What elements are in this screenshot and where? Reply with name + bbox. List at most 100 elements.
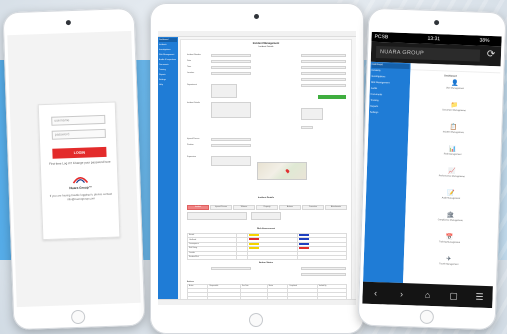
risk-flag	[298, 247, 309, 250]
form-field[interactable]	[301, 78, 346, 81]
risk-table: Hazard Likelihood Consequence Risk Ratin…	[187, 232, 348, 260]
tablet-incident-form: Dashboard Incidents Investigations Risk …	[150, 3, 364, 334]
status-time: 13:31	[427, 35, 441, 43]
form-field[interactable]	[211, 60, 251, 63]
dashboard-main: Dashboard 👤 User Management 📁 Document M…	[403, 63, 501, 287]
location-map[interactable]	[257, 162, 307, 180]
risk-flag	[249, 247, 260, 250]
form-field[interactable]	[301, 60, 346, 63]
sidebar-item[interactable]: Incidents	[159, 43, 177, 47]
footer-bar	[158, 299, 356, 305]
camera-icon	[65, 20, 71, 26]
form-field[interactable]	[211, 54, 251, 57]
actions-title: Action Status	[258, 262, 274, 264]
tabs-icon[interactable]: ▢	[445, 290, 461, 302]
form-field[interactable]	[301, 54, 346, 57]
home-button	[249, 313, 263, 327]
module-label: Incident Management	[442, 131, 464, 135]
form-field[interactable]	[301, 273, 346, 276]
risk-flag	[298, 234, 309, 236]
form-list[interactable]	[211, 84, 237, 98]
password-input[interactable]: password	[51, 128, 106, 140]
form-field[interactable]	[211, 267, 251, 270]
login-help-note: If you are having trouble logging in, pl…	[49, 191, 113, 201]
tab-attachments[interactable]: Attachments	[325, 205, 347, 210]
sidebar-item[interactable]: Investigations	[159, 48, 177, 52]
module-label: Audit Management	[441, 197, 461, 201]
login-screen: username password LOGIN First time Log i…	[7, 30, 141, 308]
sidebar-item[interactable]: Documents	[159, 63, 177, 67]
module-tile[interactable]: 📈 Performance Management	[432, 168, 472, 183]
module-label: Training Management	[438, 241, 461, 245]
tab-property[interactable]: Property	[256, 205, 278, 210]
module-tile[interactable]: 📝 Audit Management	[431, 190, 471, 205]
incident-screen: Dashboard Incidents Investigations Risk …	[158, 31, 356, 305]
forward-icon[interactable]: ›	[393, 289, 409, 300]
table-row: Residual Risk	[187, 254, 348, 260]
table-cell: Residual Risk	[187, 254, 237, 260]
username-input[interactable]: username	[51, 114, 106, 126]
form-field[interactable]	[301, 126, 313, 129]
sidebar-item[interactable]: Reports	[159, 73, 177, 77]
home-button	[70, 309, 86, 325]
module-label: Document Management	[442, 109, 466, 113]
module-tile[interactable]: 🏛 Compliance Management	[430, 212, 470, 227]
refresh-icon[interactable]: ⟳	[485, 49, 497, 61]
menu-icon[interactable]: ☰	[471, 291, 487, 303]
tab-content-box[interactable]	[187, 212, 247, 220]
tab-injured-person[interactable]: Injured Person	[210, 205, 232, 210]
module-label: Compliance Management	[437, 219, 463, 223]
tab-content-box[interactable]	[251, 212, 281, 220]
sidebar-item[interactable]: Dashboard	[159, 38, 177, 42]
back-icon[interactable]: ‹	[367, 288, 383, 299]
forgot-password-link[interactable]: First time Log in? Change your password …	[45, 160, 115, 166]
dashboard-title: Dashboard	[444, 74, 457, 78]
form-field[interactable]	[211, 66, 251, 69]
tab-witness[interactable]: Witness	[233, 205, 255, 210]
form-field[interactable]	[211, 144, 251, 147]
risk-flag	[249, 242, 260, 245]
module-tile[interactable]: ✈ Travel Management	[428, 256, 468, 271]
risk-title: Risk Assessment	[256, 228, 276, 230]
tab-actions[interactable]: Actions	[279, 205, 301, 210]
module-tile[interactable]: 👤 User Management	[435, 80, 475, 95]
sidebar-item[interactable]: Training	[159, 68, 177, 72]
form-label: Incident Details	[187, 102, 200, 104]
form-field[interactable]	[211, 72, 251, 75]
sidebar-item[interactable]: Settings	[370, 111, 408, 117]
top-bar	[158, 31, 356, 37]
browser-nav-bar: ‹ › ⌂ ▢ ☰	[362, 281, 493, 309]
tablet-login: username password LOGIN First time Log i…	[2, 7, 146, 331]
form-field[interactable]	[301, 267, 346, 270]
home-icon[interactable]: ⌂	[419, 290, 435, 301]
form-field[interactable]	[301, 84, 346, 87]
sidebar-item[interactable]: Risk Management	[159, 53, 177, 57]
sidebar-item[interactable]: Audits & Inspections	[159, 58, 177, 62]
form-field[interactable]	[301, 66, 346, 69]
module-tile[interactable]: 📅 Training Management	[429, 234, 469, 249]
form-textarea[interactable]	[211, 102, 251, 118]
sidebar: Dashboard Incidents Investigations Risk …	[158, 37, 178, 305]
form-label: Injured Person	[187, 138, 200, 140]
module-label: Performance Management	[438, 175, 465, 179]
home-button	[419, 309, 435, 325]
module-tile[interactable]: 📋 Incident Management	[433, 124, 473, 139]
form-field[interactable]	[211, 138, 251, 141]
form-field[interactable]	[211, 156, 251, 166]
risk-flag	[298, 242, 309, 245]
form-field[interactable]	[301, 72, 346, 75]
form-list[interactable]	[301, 108, 323, 120]
risk-flag	[298, 238, 309, 241]
sidebar-item[interactable]: Help	[159, 83, 177, 87]
sidebar-item[interactable]: Settings	[159, 78, 177, 82]
login-button[interactable]: LOGIN	[52, 146, 107, 159]
module-tile[interactable]: 📁 Document Management	[434, 102, 474, 117]
section-title: Incident Details	[257, 197, 275, 199]
url-field[interactable]: NUARA GROUP	[375, 45, 481, 62]
tab-corrective[interactable]: Corrective	[302, 205, 324, 210]
module-label: User Management	[445, 87, 464, 91]
tab-incident[interactable]: Incident	[187, 205, 209, 210]
status-battery: 38%	[479, 37, 490, 44]
module-tile[interactable]: 📊 Risk Management	[432, 146, 472, 161]
bottom-table-title: Actions	[187, 281, 194, 283]
